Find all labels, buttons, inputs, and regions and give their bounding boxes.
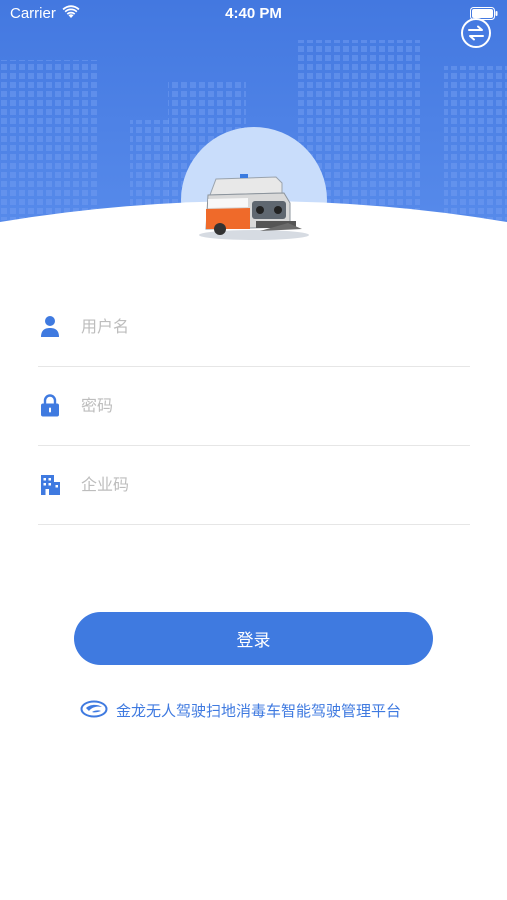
password-field [38, 367, 470, 446]
user-icon [41, 316, 59, 337]
switch-server-button[interactable] [461, 18, 491, 48]
company-code-input[interactable] [81, 464, 461, 504]
clock: 4:40 PM [225, 5, 282, 22]
brand-footer: 金龙无人驾驶扫地消毒车智能驾驶管理平台 [80, 698, 440, 722]
username-input[interactable] [81, 306, 461, 346]
company-code-field [38, 446, 470, 525]
login-button[interactable]: 登录 [74, 612, 433, 665]
username-field [38, 288, 470, 367]
building-icon [41, 475, 60, 495]
login-form [38, 288, 470, 525]
status-bar: Carrier 4:40 PM [0, 0, 507, 28]
password-input[interactable] [81, 385, 461, 425]
swap-arrows-icon [468, 25, 484, 41]
header-banner: Carrier 4:40 PM [0, 0, 507, 260]
king-long-logo-icon [80, 700, 108, 718]
sweeper-vehicle-image [199, 174, 309, 240]
lock-icon [41, 394, 59, 417]
brand-text: 金龙无人驾驶扫地消毒车智能驾驶管理平台 [116, 702, 402, 720]
